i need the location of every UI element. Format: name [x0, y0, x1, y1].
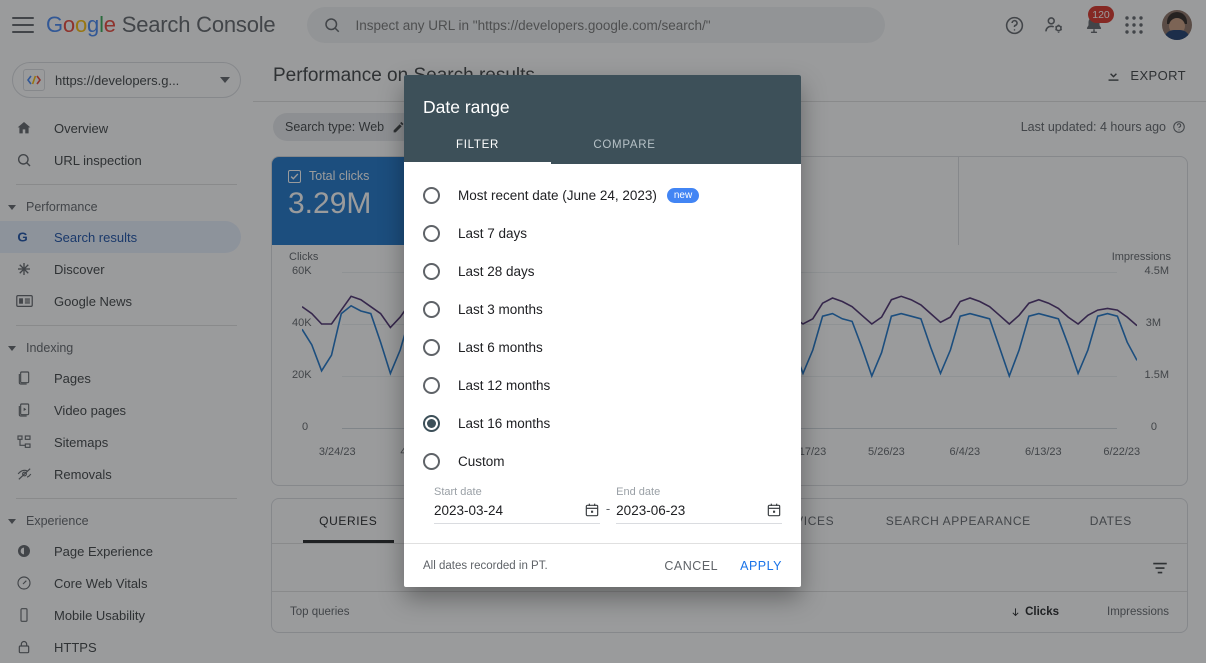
radio-unchecked-icon[interactable] — [423, 453, 440, 470]
date-range-option-7[interactable]: Custom — [404, 442, 801, 480]
end-date-input-wrap[interactable] — [616, 498, 782, 524]
date-range-option-label: Most recent date (June 24, 2023) — [458, 188, 657, 203]
calendar-icon[interactable] — [584, 502, 600, 518]
dialog-tabs: FILTER COMPARE — [404, 126, 801, 164]
date-range-option-2[interactable]: Last 28 days — [404, 252, 801, 290]
date-range-option-label: Last 6 months — [458, 340, 543, 355]
radio-checked-icon[interactable] — [423, 415, 440, 432]
end-date-field: End date — [616, 486, 782, 524]
dialog-title: Date range — [404, 75, 801, 118]
date-range-option-label: Last 28 days — [458, 264, 535, 279]
date-range-option-label: Last 12 months — [458, 378, 550, 393]
start-date-field: Start date — [434, 486, 600, 524]
end-date-label: End date — [616, 486, 782, 498]
custom-date-inputs: Start date - — [404, 480, 801, 524]
radio-unchecked-icon[interactable] — [423, 263, 440, 280]
end-date-input[interactable] — [616, 503, 766, 518]
radio-unchecked-icon[interactable] — [423, 339, 440, 356]
radio-unchecked-icon[interactable] — [423, 301, 440, 318]
date-range-option-5[interactable]: Last 12 months — [404, 366, 801, 404]
date-range-option-label: Last 3 months — [458, 302, 543, 317]
radio-unchecked-icon[interactable] — [423, 225, 440, 242]
start-date-input-wrap[interactable] — [434, 498, 600, 524]
cancel-button[interactable]: CANCEL — [664, 559, 718, 573]
date-range-separator: - — [606, 501, 610, 524]
date-range-option-label: Custom — [458, 454, 505, 469]
date-range-option-3[interactable]: Last 3 months — [404, 290, 801, 328]
calendar-icon[interactable] — [766, 502, 782, 518]
tab-filter[interactable]: FILTER — [404, 126, 551, 164]
date-range-option-label: Last 16 months — [458, 416, 550, 431]
dialog-body: Most recent date (June 24, 2023) new Last … — [404, 164, 801, 543]
radio-unchecked-icon[interactable] — [423, 377, 440, 394]
date-range-option-label: Last 7 days — [458, 226, 527, 241]
date-range-options: Most recent date (June 24, 2023) new Last … — [404, 176, 801, 480]
new-badge: new — [667, 188, 699, 203]
dialog-footer: All dates recorded in PT. CANCEL APPLY — [404, 543, 801, 587]
dialog-header: Date range FILTER COMPARE — [404, 75, 801, 164]
start-date-input[interactable] — [434, 503, 584, 518]
dialog-footnote: All dates recorded in PT. — [423, 560, 548, 572]
dialog-actions: CANCEL APPLY — [664, 559, 782, 573]
date-range-option-1[interactable]: Last 7 days — [404, 214, 801, 252]
date-range-dialog: Date range FILTER COMPARE Most recent da… — [404, 75, 801, 587]
date-range-option-4[interactable]: Last 6 months — [404, 328, 801, 366]
tab-compare[interactable]: COMPARE — [551, 126, 698, 164]
date-range-option-0[interactable]: Most recent date (June 24, 2023) new — [404, 176, 801, 214]
start-date-label: Start date — [434, 486, 600, 498]
radio-unchecked-icon[interactable] — [423, 187, 440, 204]
apply-button[interactable]: APPLY — [740, 559, 782, 573]
date-range-option-6[interactable]: Last 16 months — [404, 404, 801, 442]
